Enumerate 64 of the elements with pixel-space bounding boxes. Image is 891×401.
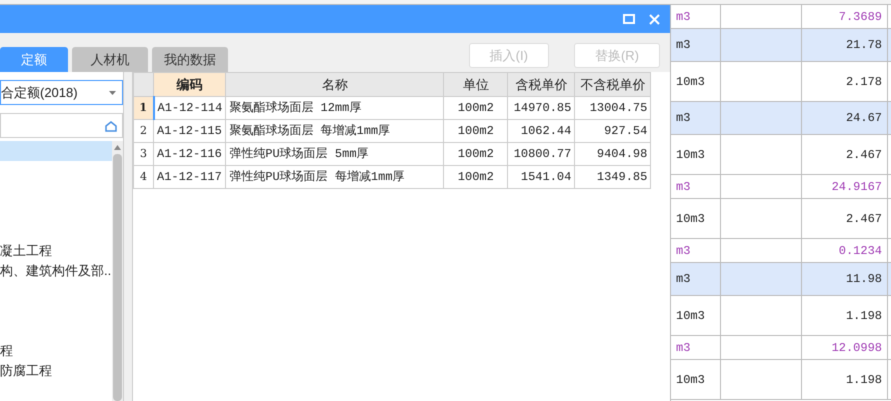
table-cell: 弹性纯PU球场面层 每增减1mm厚 — [226, 166, 444, 188]
row-number[interactable]: 4 — [134, 166, 154, 188]
table-cell: 100m2 — [444, 96, 508, 120]
home-icon — [105, 120, 117, 132]
tab[interactable]: 人材机 — [72, 47, 148, 72]
unit-cell: 10m3 — [671, 360, 721, 399]
quantity-cell: 24.9167 — [802, 175, 888, 198]
unit-cell: 10m3 — [671, 296, 721, 335]
unit-cell: m3 — [671, 29, 721, 61]
table-cell: 927.54 — [574, 120, 651, 142]
unit-cell: 10m3 — [671, 62, 721, 101]
quantity-cell: 2.467 — [802, 135, 888, 174]
close-icon[interactable] — [649, 14, 660, 24]
quantity-cell: 12.0998 — [802, 336, 888, 359]
table-cell: A1-12-114 — [154, 96, 226, 120]
tab[interactable]: 我的数据 — [152, 47, 228, 72]
table-cell: 13004.75 — [574, 96, 651, 120]
column-header[interactable]: 含税单价 — [508, 72, 575, 96]
table-cell: 1062.44 — [508, 120, 575, 142]
table-cell: 100m2 — [444, 120, 508, 142]
column-header[interactable]: 不含税单价 — [574, 72, 651, 96]
column-header[interactable]: 编码 — [154, 72, 226, 96]
unit-cell: m3 — [671, 263, 721, 295]
unit-cell: 10m3 — [671, 199, 721, 238]
table-cell: 100m2 — [444, 142, 508, 166]
quantity-cell: 1.198 — [802, 360, 888, 399]
table-cell: 14970.85 — [508, 96, 575, 120]
scrollbar-thumb[interactable] — [113, 154, 122, 401]
maximize-icon[interactable] — [623, 14, 635, 24]
table-cell: 1541.04 — [508, 166, 575, 188]
unit-cell: m3 — [671, 336, 721, 359]
quantity-cell: 7.3689 — [802, 5, 888, 28]
table-cell: 弹性纯PU球场面层 5mm厚 — [226, 142, 444, 166]
quantity-cell: 0.1234 — [802, 239, 888, 262]
table-cell: 1349.85 — [574, 166, 651, 188]
library-dropdown[interactable]: 合定额(2018) — [0, 80, 123, 105]
column-header[interactable]: 单位 — [444, 72, 508, 96]
table-cell: A1-12-116 — [154, 142, 226, 166]
unit-cell: m3 — [671, 175, 721, 198]
scroll-up-icon[interactable] — [114, 145, 121, 150]
row-number[interactable]: 3 — [134, 142, 154, 166]
caret-icon — [109, 90, 116, 94]
unit-cell: 10m3 — [671, 135, 721, 174]
search-field[interactable] — [0, 113, 123, 138]
quantity-cell: 24.67 — [802, 102, 888, 134]
table-cell: 聚氨酯球场面层 12mm厚 — [226, 96, 444, 120]
column-header[interactable]: 名称 — [226, 72, 444, 96]
unit-cell: m3 — [671, 102, 721, 134]
unit-cell: m3 — [671, 5, 721, 28]
quantity-cell: 2.178 — [802, 62, 888, 101]
row-number[interactable]: 1 — [134, 96, 154, 120]
unit-cell: m3 — [671, 239, 721, 262]
quantity-cell: 21.78 — [802, 29, 888, 61]
table-cell: 9404.98 — [574, 142, 651, 166]
quantity-cell: 1.198 — [802, 296, 888, 335]
row-number[interactable]: 2 — [134, 120, 154, 142]
scrollbar[interactable] — [112, 141, 123, 401]
table-cell: A1-12-115 — [154, 120, 226, 142]
table-cell: A1-12-117 — [154, 166, 226, 188]
table-cell: 100m2 — [444, 166, 508, 188]
quantity-cell: 2.467 — [802, 199, 888, 238]
table-cell: 聚氨酯球场面层 每增减1mm厚 — [226, 120, 444, 142]
table-cell: 10800.77 — [508, 142, 575, 166]
quantity-cell: 11.98 — [802, 263, 888, 295]
